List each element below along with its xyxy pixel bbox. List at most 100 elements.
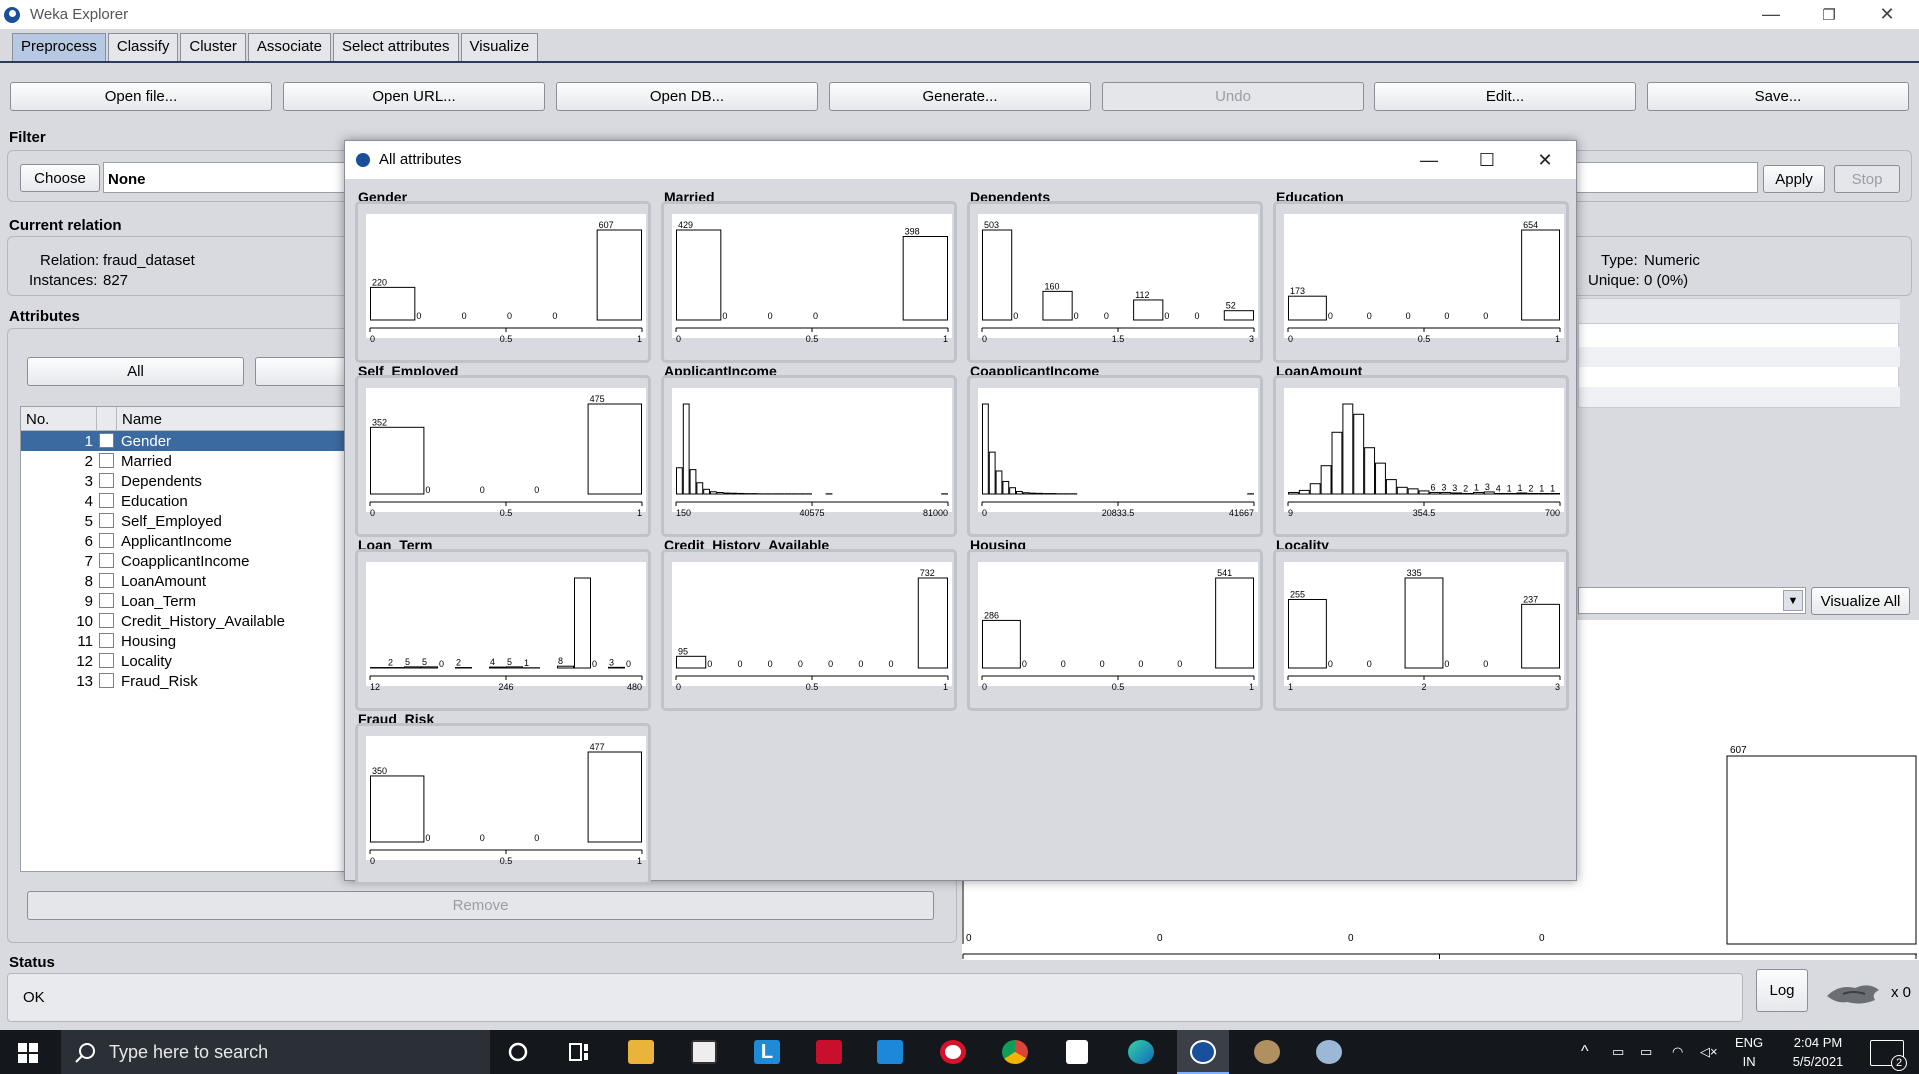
histogram-bar	[982, 229, 1013, 321]
apply-button[interactable]: Apply	[1763, 165, 1825, 193]
attribute-name: Loan_Term	[121, 593, 197, 610]
tab-preprocess[interactable]: Preprocess	[12, 33, 106, 61]
bar-count-label: 0	[480, 833, 485, 843]
histogram-bar	[1288, 295, 1327, 321]
minimize-button[interactable]: —	[1742, 0, 1800, 29]
open-db-button[interactable]: Open DB...	[556, 82, 818, 111]
edge-icon[interactable]	[1128, 1040, 1154, 1064]
attribute-checkbox[interactable]	[99, 493, 114, 508]
attribute-checkbox[interactable]	[99, 473, 114, 488]
tab-select-attributes[interactable]: Select attributes	[332, 33, 459, 61]
class-attribute-select[interactable]: ▼	[1578, 587, 1806, 614]
attribute-checkbox[interactable]	[99, 573, 114, 588]
language-indicator[interactable]: ENG IN	[1735, 1033, 1763, 1071]
bar-count-label: 1	[1550, 483, 1555, 493]
file-explorer-icon[interactable]	[628, 1040, 654, 1064]
select-none-button[interactable]	[255, 357, 355, 386]
mail-icon[interactable]	[877, 1040, 903, 1064]
battery-icon[interactable]: ▭	[1640, 1042, 1652, 1061]
attribute-checkbox[interactable]	[99, 673, 114, 688]
meet-now-icon[interactable]: ▭	[1612, 1042, 1624, 1061]
save-button[interactable]: Save...	[1647, 82, 1909, 111]
x-tick-label: 0	[676, 334, 681, 344]
chevron-up-icon[interactable]: ^	[1581, 1042, 1589, 1061]
clock[interactable]: 2:04 PM 5/5/2021	[1770, 1033, 1866, 1071]
edit-button[interactable]: Edit...	[1374, 82, 1636, 111]
tab-visualize[interactable]: Visualize	[460, 33, 539, 61]
dialog-minimize-button[interactable]: —	[1401, 146, 1457, 174]
wifi-icon[interactable]: ◠	[1672, 1042, 1683, 1061]
close-button[interactable]: ✕	[1858, 0, 1916, 29]
attribute-checkbox[interactable]	[99, 453, 114, 468]
task-count: x 0	[1891, 984, 1912, 1001]
log-button[interactable]: Log	[1756, 969, 1808, 1012]
histogram-chart: 352 0 0 0 475 0 0.5 1	[366, 388, 646, 518]
opera-icon[interactable]	[940, 1040, 966, 1064]
column-header-check[interactable]	[97, 407, 117, 431]
tab-associate[interactable]: Associate	[247, 33, 331, 61]
attribute-checkbox[interactable]	[99, 653, 114, 668]
bar-count-label: 286	[984, 610, 999, 620]
attribute-number: 12	[76, 653, 93, 670]
attribute-checkbox[interactable]	[99, 633, 114, 648]
open-url-button[interactable]: Open URL...	[283, 82, 545, 111]
histogram-bar	[1331, 431, 1343, 495]
remove-button[interactable]: Remove	[27, 891, 934, 920]
generate-button[interactable]: Generate...	[829, 82, 1091, 111]
attribute-histogram: Locality 255 0 0 335 0 0 237 1 2 3	[1273, 537, 1569, 711]
l-app-icon[interactable]: L	[754, 1040, 780, 1064]
attribute-number: 11	[77, 633, 93, 650]
notepad-icon[interactable]	[1066, 1040, 1088, 1064]
histogram-bar	[682, 403, 690, 495]
attribute-checkbox[interactable]	[99, 593, 114, 608]
histogram-bar	[1494, 492, 1506, 495]
chrome-icon[interactable]	[1002, 1040, 1028, 1064]
restore-button[interactable]: ❐	[1800, 0, 1858, 29]
visualize-all-button[interactable]: Visualize All	[1811, 587, 1910, 615]
mcafee-icon[interactable]	[816, 1040, 842, 1064]
attribute-checkbox[interactable]	[99, 553, 114, 568]
histogram-bar	[689, 469, 697, 495]
search-placeholder: Type here to search	[109, 1041, 269, 1062]
tab-cluster[interactable]: Cluster	[180, 33, 246, 61]
open-file-button[interactable]: Open file...	[10, 82, 272, 111]
store-icon[interactable]	[691, 1040, 717, 1064]
notification-center-icon[interactable]: 2	[1870, 1040, 1907, 1071]
settings-icon[interactable]	[1254, 1040, 1280, 1064]
histogram-bar	[370, 426, 425, 495]
attribute-checkbox[interactable]	[99, 433, 114, 448]
attribute-checkbox[interactable]	[99, 613, 114, 628]
bar-count-label: 0	[1367, 659, 1372, 669]
attribute-checkbox[interactable]	[99, 533, 114, 548]
weka-taskbar-button[interactable]	[1177, 1030, 1229, 1074]
histogram-bar	[574, 577, 591, 669]
chevron-down-icon[interactable]: ▼	[1783, 590, 1803, 611]
bar-count-label: 429	[678, 220, 693, 230]
dialog-close-button[interactable]: ✕	[1517, 146, 1573, 174]
taskbar-search-box[interactable]: Type here to search	[61, 1030, 490, 1074]
histogram-bar	[676, 655, 707, 669]
bar-count-label: 0	[722, 311, 727, 321]
undo-button[interactable]: Undo	[1102, 82, 1364, 111]
bar-count-label: 160	[1044, 281, 1059, 291]
stop-button[interactable]: Stop	[1834, 165, 1900, 193]
bar-count-label: 0	[707, 659, 712, 669]
windows-start-icon[interactable]	[18, 1043, 38, 1063]
attribute-number: 6	[84, 533, 93, 550]
attribute-checkbox[interactable]	[99, 513, 114, 528]
tab-classify[interactable]: Classify	[107, 33, 179, 61]
select-all-button[interactable]: All	[27, 357, 244, 386]
histogram-bar	[988, 451, 996, 495]
histogram-bar	[1223, 310, 1254, 321]
choose-filter-button[interactable]: Choose	[20, 164, 100, 192]
volume-icon[interactable]: ◁×	[1700, 1042, 1718, 1061]
bar-count-label: 2	[1463, 483, 1468, 493]
cortana-icon[interactable]	[507, 1041, 533, 1065]
task-view-icon[interactable]	[568, 1041, 594, 1065]
paint-icon[interactable]	[1316, 1040, 1342, 1064]
current-relation-label: Current relation	[9, 217, 122, 234]
column-header-no[interactable]: No.	[21, 407, 97, 431]
x-tick-label: 0.5	[500, 856, 513, 866]
bar-count-label: 0	[889, 659, 894, 669]
dialog-maximize-button[interactable]: ☐	[1459, 146, 1515, 174]
